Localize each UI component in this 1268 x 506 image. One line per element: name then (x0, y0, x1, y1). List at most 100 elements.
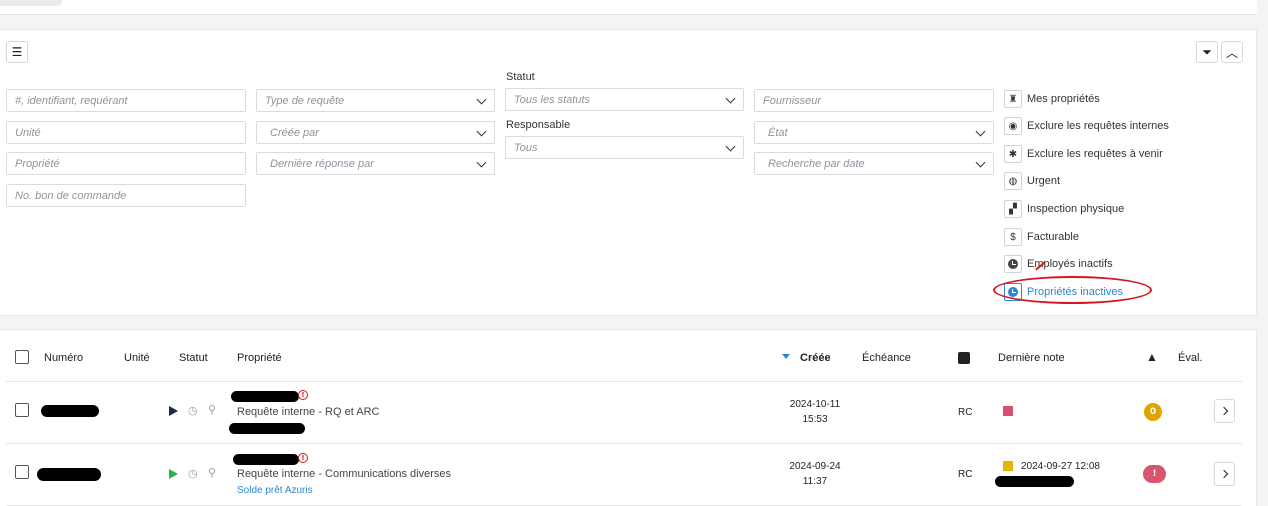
tab-stub[interactable] (0, 0, 62, 6)
po-number-input[interactable]: No. bon de commande (6, 184, 246, 207)
dollar-icon: $ (1004, 228, 1022, 246)
state-select[interactable]: État (754, 121, 994, 144)
search-input[interactable]: #, identifiant, requérant (6, 89, 246, 112)
quick-filter-my-properties[interactable]: ♜ Mes propriétés (1004, 89, 1100, 109)
chevron-up-icon[interactable]: ︿ (1221, 41, 1243, 63)
binoculars-icon: ▞ (1004, 200, 1022, 218)
note-color-marker (1003, 461, 1013, 471)
header-eval[interactable]: Éval. (1178, 352, 1202, 364)
request-line[interactable]: Requête interne - RQ et ARC (237, 406, 379, 418)
clock-outline-icon[interactable]: ◷ (188, 404, 198, 417)
redacted-property (233, 454, 299, 465)
header-unit[interactable]: Unité (124, 352, 150, 364)
quick-filter-exclude-internal[interactable]: ◉ Exclure les requêtes internes (1004, 116, 1169, 136)
pin-icon[interactable]: ⚲ (208, 403, 216, 416)
quick-filter-exclude-upcoming[interactable]: ✱ Exclure les requêtes à venir (1004, 144, 1163, 164)
filter-panel: ☰ ⏷ ︿ #, identifiant, requérant Unité Pr… (0, 29, 1257, 316)
open-row-button[interactable] (1214, 399, 1235, 423)
date-search-placeholder: Recherche par date (768, 157, 865, 170)
chevron-down-icon (725, 141, 736, 152)
responsible-value: Tous (514, 141, 538, 154)
quick-filter-inspection[interactable]: ▞ Inspection physique (1004, 199, 1124, 219)
header-divider (6, 381, 1242, 382)
sub-link[interactable]: Solde prêt Azuris (237, 485, 313, 496)
state-placeholder: État (768, 126, 788, 139)
alert-icon: ! (298, 390, 308, 400)
created-by-placeholder: Créée par (270, 126, 319, 139)
header-due[interactable]: Échéance (862, 352, 911, 364)
row-divider (6, 443, 1242, 444)
header-created[interactable]: Créée (800, 352, 831, 364)
date-search-select[interactable]: Recherche par date (754, 152, 994, 175)
status-select[interactable]: Tous les statuts (505, 88, 744, 111)
redacted-requester (229, 423, 305, 434)
chevron-right-icon (1219, 406, 1228, 416)
quick-filter-label: Mes propriétés (1027, 93, 1100, 105)
chevron-right-icon (1219, 469, 1228, 479)
requests-table: Numéro Unité Statut Propriété Créée Éché… (0, 329, 1257, 506)
sort-desc-icon[interactable] (782, 354, 790, 359)
supplier-placeholder: Fournisseur (763, 94, 822, 107)
quick-filter-label: Facturable (1027, 231, 1079, 243)
redacted-number (37, 468, 101, 481)
supplier-input[interactable]: Fournisseur (754, 89, 994, 112)
unit-input[interactable]: Unité (6, 121, 246, 144)
chevron-down-icon (476, 94, 487, 105)
header-status[interactable]: Statut (179, 352, 208, 364)
filter-clear-icon[interactable]: ⏷ (1196, 41, 1218, 63)
quick-filter-label: Exclure les requêtes internes (1027, 120, 1169, 132)
quick-filter-urgent[interactable]: ◍ Urgent (1004, 171, 1060, 191)
note-date: 2024-09-27 12:08 (1021, 461, 1100, 472)
quick-filter-label: Urgent (1027, 175, 1061, 187)
row-checkbox[interactable] (15, 465, 29, 479)
last-reply-select[interactable]: Dernière réponse par (256, 152, 495, 175)
header-number[interactable]: Numéro (44, 352, 83, 364)
redacted-number (41, 405, 99, 417)
created-by-select[interactable]: Créée par (256, 121, 495, 144)
po-placeholder: No. bon de commande (15, 189, 127, 202)
request-type-placeholder: Type de requête (265, 94, 345, 107)
redacted-note (995, 476, 1074, 487)
clock-outline-icon[interactable]: ◷ (188, 467, 198, 480)
unit-placeholder: Unité (15, 126, 41, 139)
request-type-select[interactable]: Type de requête (256, 89, 495, 112)
quick-filter-label: Exclure les requêtes à venir (1027, 148, 1163, 160)
asterisk-icon: ✱ (1004, 145, 1022, 163)
person-icon: ♜ (1004, 90, 1022, 108)
chevron-down-icon (725, 93, 736, 104)
property-placeholder: Propriété (15, 157, 60, 170)
quick-filter-billable[interactable]: $ Facturable (1004, 227, 1079, 247)
responsible-select[interactable]: Tous (505, 136, 744, 159)
request-line[interactable]: Requête interne - Communications diverse… (237, 468, 451, 480)
row-checkbox[interactable] (15, 403, 29, 417)
header-property[interactable]: Propriété (237, 352, 282, 364)
select-all-checkbox[interactable] (15, 350, 29, 364)
sliders-icon[interactable]: ☰ (6, 41, 28, 63)
play-icon[interactable] (169, 406, 178, 416)
top-bar (0, 0, 1257, 15)
search-placeholder: #, identifiant, requérant (15, 94, 128, 107)
initials: RC (958, 469, 973, 480)
redacted-property (231, 391, 299, 402)
quick-filter-inactive-employees[interactable]: Employés inactifs (1004, 254, 1113, 274)
pin-icon[interactable]: ⚲ (208, 466, 216, 479)
responsible-label: Responsable (506, 119, 571, 131)
initials: RC (958, 407, 973, 418)
created-time: 11:37 (802, 476, 828, 487)
created-time: 15:53 (802, 414, 828, 425)
eye-icon: ◉ (1004, 117, 1022, 135)
chevron-down-icon (975, 126, 986, 137)
contact-card-icon (958, 352, 970, 364)
chevron-down-icon (476, 157, 487, 168)
header-last-note[interactable]: Dernière note (998, 352, 1065, 364)
play-icon[interactable] (169, 469, 178, 479)
created-date: 2024-10-11 (789, 399, 841, 410)
created-date: 2024-09-24 (789, 461, 841, 472)
chevron-down-icon (975, 157, 986, 168)
property-input[interactable]: Propriété (6, 152, 246, 175)
status-label: Statut (506, 71, 535, 83)
annotation-oval (993, 276, 1152, 304)
open-row-button[interactable] (1214, 462, 1235, 486)
eval-warning-badge: ! (1143, 465, 1166, 483)
fire-icon: ◍ (1004, 172, 1022, 190)
